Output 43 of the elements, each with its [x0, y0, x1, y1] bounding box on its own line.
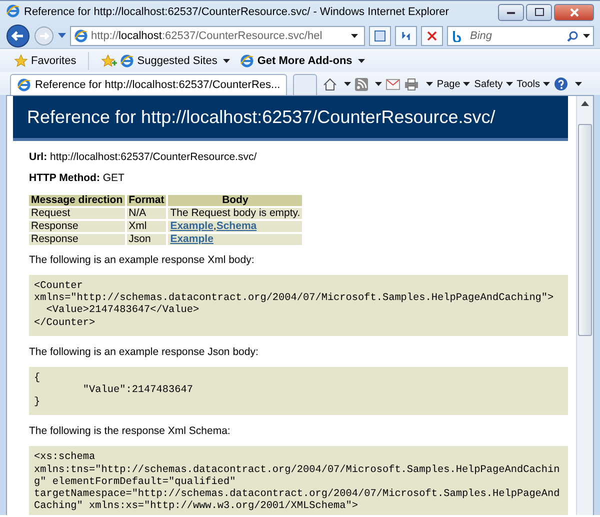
address-field[interactable]: http://localhost:62537/CounterResource.svc/hel	[70, 26, 365, 46]
code-line: {	[34, 372, 42, 386]
page-heading: Reference for http://localhost:62537/CounterResource.svc/	[13, 96, 568, 141]
field-value: GET	[102, 172, 124, 184]
code-line: g" elementFormDefault="qualified"	[34, 476, 237, 488]
code-line: xmlns:tns="http://schemas.datacontract.org/2004/07/Microsoft.Samples.HelpPageAndCachin	[34, 464, 561, 476]
code-line: targetNamespace="http://schemas.datacontract.org/2004/07/Microsoft.Samples.HelpPageAnd	[34, 489, 561, 500]
favorites-button[interactable]: Favorites	[31, 54, 76, 66]
favorites-bar-link[interactable]: Suggested Sites	[137, 54, 218, 66]
code-line: "Value":2147483647	[82, 385, 194, 398]
menu-button[interactable]: Page	[436, 78, 470, 90]
code-line: <Value>2147483647</Value>	[45, 305, 200, 318]
window-title: Reference for http://localhost:62537/CounterResource.svc/ - Windows Internet Explorer	[24, 6, 450, 18]
code-line: <Counter	[34, 281, 84, 292]
favorites-bar-link[interactable]: Get More Add-ons	[257, 54, 352, 66]
code-line: Caching" xmlns:xs="http://www.w3.org/2001/XMLSchema">	[34, 501, 360, 514]
table-cell: Response	[29, 221, 125, 232]
section-intro: The following is an example response Xml body:	[29, 254, 256, 267]
table-cell: Request	[29, 208, 125, 219]
table-cell: N/A	[126, 208, 166, 219]
section-intro: The following is the response Xml Schema:	[29, 425, 232, 438]
section-intro: The following is an example response Json body:	[29, 346, 260, 359]
field-label: Url:	[29, 151, 48, 163]
search-field[interactable]: Bing	[447, 26, 594, 46]
code-line: }	[34, 397, 42, 410]
menu-button[interactable]: Tools	[516, 78, 550, 90]
code-line: xmlns="http://schemas.datacontract.org/2004/07/Microsoft.Samples.HelpPageAndCaching">	[34, 293, 555, 304]
example-link[interactable]: Example	[170, 220, 214, 232]
table-cell: Xml	[126, 221, 166, 232]
table-cell: Json	[126, 234, 166, 245]
column-header: Format	[126, 195, 166, 206]
body-text: ,	[213, 220, 216, 232]
code-line: <xs:schema	[34, 452, 96, 464]
menu-button[interactable]: Safety	[474, 78, 513, 90]
example-link[interactable]: Schema	[216, 220, 257, 232]
field-label: HTTP Method:	[29, 172, 100, 184]
field-value: http://localhost:62537/CounterResource.svc/	[50, 151, 257, 163]
column-header: Message direction	[29, 195, 125, 206]
code-line: </Counter>	[34, 318, 96, 330]
column-header: Body	[168, 195, 302, 206]
body-text: The Request body is empty.	[170, 207, 300, 219]
table-cell: Response	[29, 234, 125, 245]
browser-tab[interactable]: Reference for http://localhost:62537/CounterRes...	[10, 74, 288, 95]
